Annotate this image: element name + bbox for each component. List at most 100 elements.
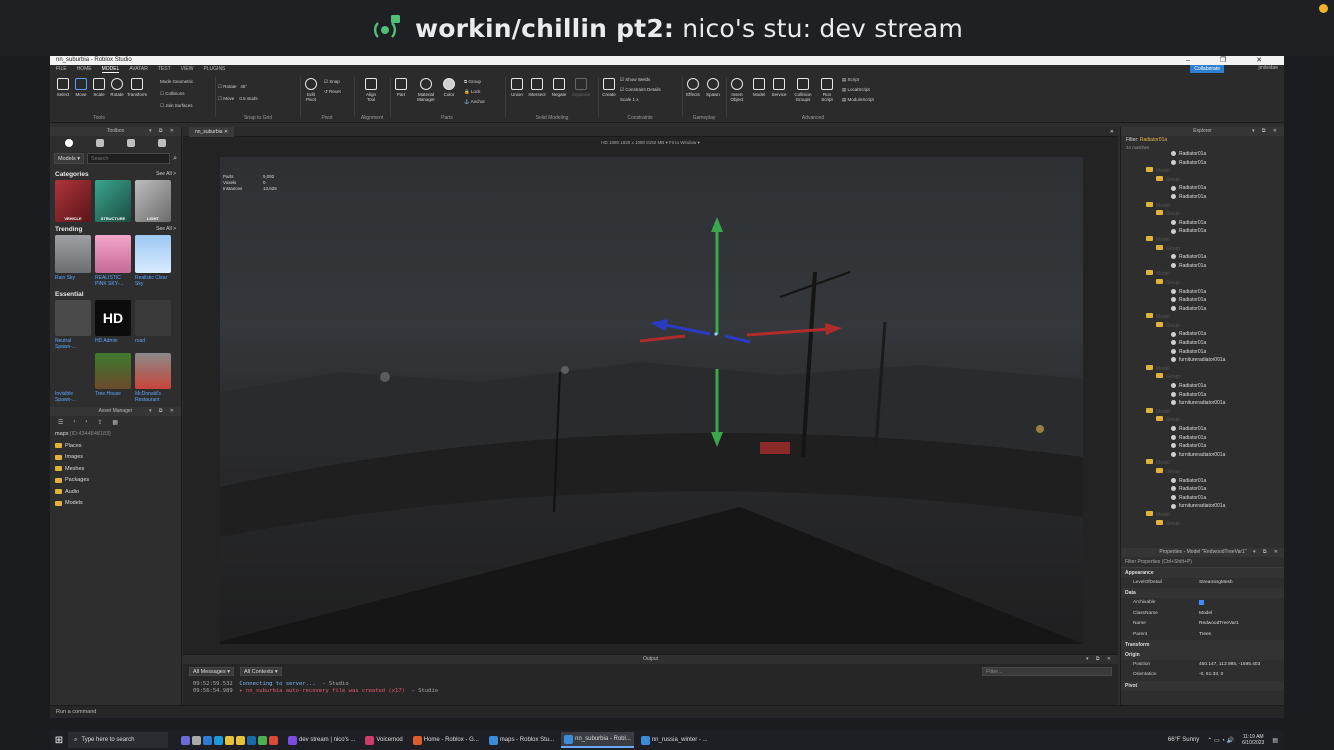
union-button[interactable]: Union <box>508 78 526 97</box>
tab-model[interactable]: MODEL <box>101 66 120 73</box>
service-button[interactable]: Service <box>770 78 788 97</box>
explorer-row[interactable]: Radiator01a <box>1121 330 1284 339</box>
essential-item[interactable]: McDonald's Restaurant <box>135 353 171 403</box>
explorer-row[interactable]: Radiator01a <box>1121 477 1284 486</box>
explorer-row[interactable]: Model <box>1121 201 1284 211</box>
mode-dropdown[interactable]: Mode Geometric <box>160 79 193 84</box>
recent-icon[interactable] <box>126 139 135 147</box>
show-welds-toggle[interactable]: ☑ Show Welds <box>620 77 650 83</box>
constraint-details-toggle[interactable]: ☑ Constraint Details <box>620 87 661 93</box>
explorer-row[interactable]: Model <box>1121 364 1284 374</box>
folder-packages[interactable]: Packages <box>50 475 181 487</box>
taskbar-app[interactable]: Home - Roblox - G... <box>410 732 482 748</box>
explorer-row[interactable]: furnitureradiator001a <box>1121 502 1284 511</box>
property-category[interactable]: Appearance <box>1121 568 1284 578</box>
property-row[interactable]: LevelOfDetail StreamingMesh <box>1121 578 1284 588</box>
doc-tab-nn-suburbia[interactable]: nn_suburbia ✕ <box>189 127 235 137</box>
select-button[interactable]: Select <box>54 78 72 97</box>
taskbar-app[interactable]: nn_russia_winter - ... <box>638 732 711 748</box>
windows-start-icon[interactable]: ⊞ <box>50 735 68 746</box>
close-icon[interactable]: ✕ <box>1110 127 1114 137</box>
explorer-row[interactable]: Radiator01a <box>1121 494 1284 503</box>
explorer-row[interactable]: Radiator01a <box>1121 442 1284 451</box>
property-category[interactable]: Data <box>1121 588 1284 599</box>
edit-pivot-button[interactable]: Edit Pivot <box>302 78 320 102</box>
property-value[interactable]: 450.147, 113.985, -1695.403 <box>1199 660 1284 670</box>
see-all-link[interactable]: See All > <box>156 171 176 178</box>
panel-controls[interactable]: ▾ ⧉ ✕ <box>149 127 177 136</box>
window-controls[interactable]: – ❐ ✕ <box>1186 56 1276 65</box>
category-structure[interactable]: STRUCTURE <box>95 180 131 222</box>
localscript-button[interactable]: ▤ LocalScript <box>842 87 870 93</box>
explorer-row[interactable]: Group <box>1121 278 1284 288</box>
taskbar-app[interactable]: maps - Roblox Stu... <box>486 732 557 748</box>
weather[interactable]: 66°F Sunny <box>1168 737 1199 743</box>
viewport-resolution-bar[interactable]: HD 1080 1920 x 1080 8192 MB ▾ Fit to Win… <box>183 137 1118 149</box>
tab-view[interactable]: VIEW <box>181 66 194 72</box>
panel-controls[interactable]: ▾ ⧉ ✕ <box>1086 655 1114 664</box>
properties-filter-input[interactable]: Filter Properties (Ctrl+Shift+P) <box>1121 557 1284 568</box>
explorer-row[interactable]: Radiator01a <box>1121 219 1284 228</box>
intersect-button[interactable]: Intersect <box>528 78 546 97</box>
script-button[interactable]: ▤ Script <box>842 77 859 83</box>
taskbar-app[interactable]: Voicemod <box>362 732 405 748</box>
explorer-row[interactable]: Group <box>1121 467 1284 477</box>
explorer-row[interactable]: Group <box>1121 416 1284 425</box>
check-icon[interactable] <box>258 735 267 745</box>
menu-file[interactable]: FILE <box>56 66 67 72</box>
property-row[interactable]: Name RedwoodTreeVar1 <box>1121 619 1284 629</box>
explorer-row[interactable]: Group <box>1121 321 1284 331</box>
explorer-row[interactable]: Model <box>1121 510 1284 520</box>
toolbox-search-input[interactable] <box>87 153 171 164</box>
collaborate-button[interactable]: Collaborate <box>1190 65 1224 73</box>
panel-controls[interactable]: ▾ ⧉ ✕ <box>149 407 177 416</box>
context-filter-dropdown[interactable]: All Contexts ▾ <box>240 667 282 676</box>
explorer-row[interactable]: Radiator01a <box>1121 184 1284 193</box>
insert-object-button[interactable]: Insert Object <box>728 78 746 102</box>
move-button[interactable]: Move <box>72 78 90 97</box>
tab-test[interactable]: TEST <box>158 66 171 72</box>
upload-icon[interactable]: ⇪ <box>97 419 102 426</box>
tray-icons[interactable]: ⌃ ▭ ◔ 🔊 <box>1207 737 1234 744</box>
grid-icon[interactable] <box>96 139 105 147</box>
inventory-icon[interactable] <box>65 139 74 147</box>
folder-places[interactable]: Places <box>50 440 181 452</box>
explorer-row[interactable]: Model <box>1121 459 1284 468</box>
explorer-row[interactable]: furnitureradiator001a <box>1121 356 1284 365</box>
explorer-row[interactable]: Model <box>1121 407 1284 417</box>
property-row[interactable]: Parent Trees <box>1121 630 1284 640</box>
scale-button[interactable]: Scale <box>90 78 108 97</box>
steam-icon[interactable] <box>247 735 256 745</box>
property-row[interactable]: Position 450.147, 113.985, -1695.403 <box>1121 660 1284 670</box>
taskbar-search[interactable]: ⌕ Type here to search <box>68 732 168 748</box>
transform-button[interactable]: Transform <box>126 78 148 97</box>
explorer-row[interactable]: Group <box>1121 210 1284 219</box>
explorer-row[interactable]: Radiator01a <box>1121 288 1284 297</box>
separate-button[interactable]: Separate <box>572 78 590 97</box>
property-value[interactable]: RedwoodTreeVar1 <box>1199 619 1284 629</box>
chrome-icon[interactable] <box>269 735 278 745</box>
property-value[interactable]: Model <box>1199 609 1284 619</box>
trending-item[interactable]: Rain Sky <box>55 235 91 287</box>
category-vehicle[interactable]: VEHICLE <box>55 180 91 222</box>
explorer-row[interactable]: Radiator01a <box>1121 382 1284 391</box>
category-dropdown[interactable]: Models ▾ <box>54 153 85 164</box>
folder-meshes[interactable]: Meshes <box>50 463 181 475</box>
explorer-row[interactable]: Group <box>1121 519 1284 529</box>
modulescript-button[interactable]: ▤ ModuleScript <box>842 97 874 103</box>
grid-view-icon[interactable]: ▦ <box>112 419 118 426</box>
essential-item[interactable]: road <box>135 300 171 350</box>
constraint-scale[interactable]: Scale 1 x <box>620 97 639 102</box>
panel-controls[interactable]: ▾ ⧉ ✕ <box>1253 548 1281 557</box>
explorer-row[interactable]: Radiator01a <box>1121 296 1284 305</box>
essential-item[interactable]: Neutral Spawn-... <box>55 300 91 350</box>
edge-icon[interactable] <box>214 735 223 745</box>
collisions-toggle[interactable]: ☐ Collisions <box>160 91 185 97</box>
tab-home[interactable]: HOME <box>77 66 92 72</box>
pivot-reset[interactable]: ↺ Reset <box>324 89 341 95</box>
material-manager-button[interactable]: Material Manager <box>414 78 438 102</box>
explorer-row[interactable]: Radiator01a <box>1121 348 1284 357</box>
explorer-row[interactable]: furnitureradiator001a <box>1121 451 1284 460</box>
explorer-row[interactable]: Radiator01a <box>1121 253 1284 262</box>
model-button[interactable]: Model <box>750 78 768 97</box>
